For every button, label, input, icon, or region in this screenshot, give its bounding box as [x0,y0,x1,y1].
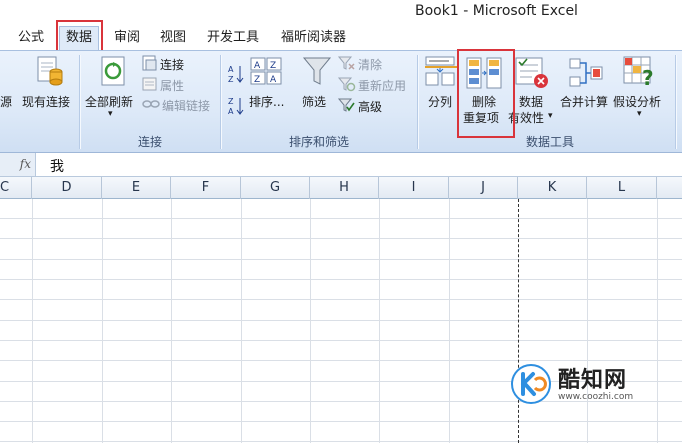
refresh-all-icon [101,56,125,86]
svg-text:Z: Z [228,97,234,106]
chevron-down-icon: ▾ [637,109,642,119]
brand-name: 酷知网 [558,368,628,393]
column-header-d[interactable]: D [32,177,102,199]
filter-funnel-icon [302,57,332,85]
ribbon: 源 现有连接 全部刷新 ▾ 连接 属性 编辑链接 连接 A Z Z A A Z … [0,50,682,153]
column-header-g[interactable]: G [241,177,310,199]
tab-view[interactable]: 视图 [160,28,186,48]
from-other-sources-button[interactable]: 源 [0,93,12,110]
connections-group-label: 连接 [137,135,162,149]
column-header-k[interactable]: K [518,177,587,199]
tab-formulas[interactable]: 公式 [18,28,44,48]
data-validation-label-1: 数据 [519,95,544,109]
text-to-columns-label: 分列 [428,95,453,109]
svg-text:A: A [254,61,261,71]
sort-label: 排序... [249,95,285,109]
sort-az-icon: A Z [228,65,244,84]
svg-text:Z: Z [254,75,260,85]
column-header-m[interactable] [657,177,682,199]
properties-label: 属性 [160,79,185,93]
consolidate-icon [569,58,603,87]
connections-label: 连接 [160,58,185,72]
svg-text:?: ? [642,66,654,89]
column-headers: C D E F G H I J K L [0,177,682,199]
advanced-label: 高级 [358,100,383,114]
svg-text:A: A [270,75,277,85]
watermark: 酷知网 www.coozhi.com [511,360,661,410]
edit-links-label: 编辑链接 [162,99,211,113]
column-header-j[interactable]: J [449,177,518,199]
svg-text:Z: Z [270,61,276,71]
consolidate-label: 合并计算 [560,95,609,109]
data-validation-icon [515,57,548,88]
svg-text:Z: Z [228,75,234,84]
svg-text:A: A [228,107,234,116]
tab-foxit-reader[interactable]: 福昕阅读器 [281,28,346,48]
properties-icon [142,77,157,91]
svg-text:A: A [228,65,234,74]
chevron-down-icon: ▾ [108,109,113,119]
sort-za-icon: Z A [228,97,244,116]
brand-logo-icon [511,364,551,404]
advanced-filter-icon [338,98,355,112]
column-header-f[interactable]: F [171,177,241,199]
clear-filter-icon [338,56,355,70]
formula-bar: fx 我 [0,153,682,177]
sort-filter-group-label: 排序和筛选 [288,135,349,149]
column-header-l[interactable]: L [587,177,657,199]
filter-label: 筛选 [302,95,327,109]
what-if-analysis-label: 假设分析 [613,95,662,109]
existing-connections-icon [37,56,63,86]
window-title: Book1 - Microsoft Excel [415,3,578,19]
column-header-e[interactable]: E [102,177,171,199]
refresh-all-label: 全部刷新 [85,95,134,109]
reapply-label: 重新应用 [358,79,407,93]
what-if-analysis-icon: ? [623,56,654,89]
function-icon[interactable]: fx [0,153,36,176]
remove-duplicates-highlight [457,49,515,138]
tab-review[interactable]: 审阅 [114,28,140,48]
clear-label: 清除 [358,58,383,72]
column-header-i[interactable]: I [379,177,449,199]
data-tab-highlight [56,20,103,52]
existing-connections-label: 现有连接 [22,95,71,109]
formula-input[interactable]: 我 [50,156,64,176]
reapply-icon [338,77,356,92]
column-header-h[interactable]: H [310,177,379,199]
chevron-down-icon: ▾ [548,111,553,121]
edit-links-icon [142,100,160,108]
brand-url: www.coozhi.com [558,392,634,402]
connections-icon [142,55,157,71]
column-header-c[interactable]: C [0,177,32,199]
sort-dialog-icon: A Z Z A [250,57,282,85]
text-to-columns-icon [425,56,457,86]
tab-developer[interactable]: 开发工具 [207,28,259,48]
